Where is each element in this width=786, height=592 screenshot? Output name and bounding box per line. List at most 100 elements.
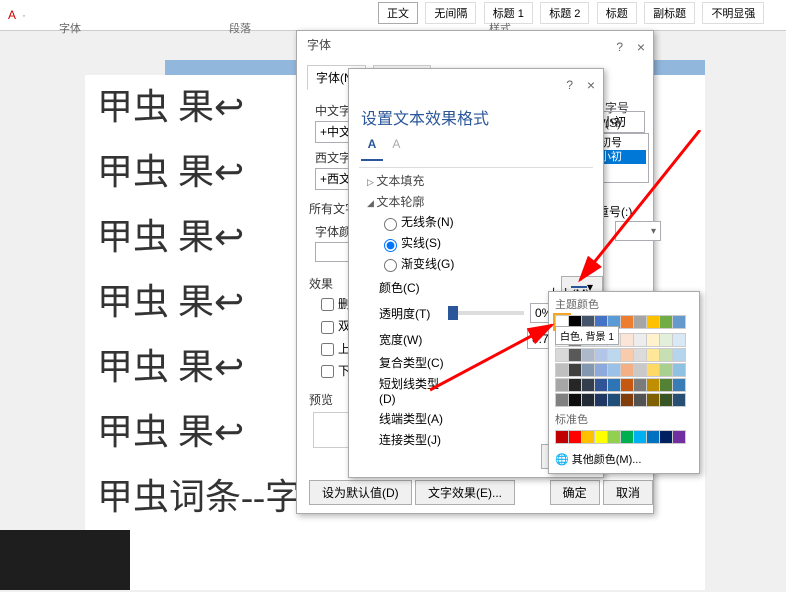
text-fill-outline-icon[interactable]: A <box>361 137 383 161</box>
help-icon[interactable]: ? <box>616 33 623 61</box>
color-swatch[interactable] <box>672 315 686 329</box>
color-swatch[interactable] <box>672 393 686 407</box>
width-label: 宽度(W) <box>379 331 451 348</box>
color-swatch[interactable] <box>646 348 660 362</box>
size-list[interactable]: 初号小初 <box>597 133 649 183</box>
color-swatch[interactable] <box>620 430 634 444</box>
color-swatch[interactable] <box>555 393 569 407</box>
color-swatch[interactable] <box>594 378 608 392</box>
color-swatch[interactable] <box>555 348 569 362</box>
more-colors[interactable]: 🌐 其他颜色(M)... <box>555 448 693 467</box>
color-swatch[interactable] <box>555 363 569 377</box>
color-swatch[interactable] <box>646 430 660 444</box>
transparency-label: 透明度(T) <box>379 305 448 322</box>
color-swatch[interactable] <box>659 363 673 377</box>
color-swatch[interactable] <box>659 378 673 392</box>
dash-label: 短划线类型(D) <box>379 375 451 406</box>
color-swatch[interactable] <box>594 348 608 362</box>
color-swatch[interactable] <box>620 393 634 407</box>
color-swatch[interactable] <box>607 348 621 362</box>
theme-colors-label: 主题颜色 <box>555 296 693 312</box>
color-swatch[interactable] <box>607 430 621 444</box>
text-outline-group[interactable]: 文本轮廓 <box>367 193 603 210</box>
color-tooltip: 白色, 背景 1 <box>555 326 619 345</box>
color-swatch[interactable] <box>581 378 595 392</box>
doc-text: 甲虫 <box>97 282 169 322</box>
text-effects-icon[interactable]: A <box>392 137 412 157</box>
color-swatch[interactable] <box>659 315 673 329</box>
ok-button[interactable]: 确定 <box>550 480 600 505</box>
color-swatch[interactable] <box>607 363 621 377</box>
join-label: 连接类型(J) <box>379 431 451 448</box>
color-swatch[interactable] <box>607 378 621 392</box>
text-effects-button[interactable]: 文字效果(E)... <box>415 480 515 505</box>
color-swatch[interactable] <box>568 348 582 362</box>
color-swatch[interactable] <box>659 430 673 444</box>
doc-text: 甲虫 <box>97 347 169 387</box>
transparency-slider[interactable] <box>448 311 524 315</box>
color-swatch[interactable] <box>633 393 647 407</box>
color-swatch[interactable] <box>555 430 569 444</box>
color-swatch[interactable] <box>633 333 647 347</box>
group-font: 字体 <box>0 20 140 36</box>
set-default-button[interactable]: 设为默认值(D) <box>309 480 412 505</box>
color-swatch[interactable] <box>646 333 660 347</box>
close-icon[interactable]: × <box>587 71 595 99</box>
color-swatch[interactable] <box>633 348 647 362</box>
color-swatch[interactable] <box>646 393 660 407</box>
fx-title: 设置文本效果格式 <box>349 97 603 137</box>
help-icon[interactable]: ? <box>566 71 573 99</box>
color-swatch[interactable] <box>620 363 634 377</box>
color-swatch[interactable] <box>620 348 634 362</box>
emphasis-combo[interactable] <box>615 221 661 241</box>
color-swatch[interactable] <box>633 315 647 329</box>
doc-text: 甲虫 <box>97 217 169 257</box>
color-swatch[interactable] <box>659 333 673 347</box>
color-swatch[interactable] <box>633 363 647 377</box>
color-picker: 主题颜色 白色, 背景 1 标准色 🌐 其他颜色(M)... <box>548 291 700 474</box>
color-swatch[interactable] <box>594 363 608 377</box>
radio-no-line[interactable]: 无线条(N) <box>379 213 603 231</box>
color-swatch[interactable] <box>672 430 686 444</box>
size-value[interactable]: 小初 <box>597 111 645 133</box>
color-swatch[interactable] <box>568 378 582 392</box>
color-swatch[interactable] <box>646 363 660 377</box>
color-swatch[interactable] <box>594 430 608 444</box>
color-swatch[interactable] <box>659 348 673 362</box>
color-swatch[interactable] <box>672 348 686 362</box>
doc-text: 甲虫 <box>97 87 169 127</box>
color-swatch[interactable] <box>646 378 660 392</box>
close-icon[interactable]: × <box>637 33 645 61</box>
color-swatch[interactable] <box>646 315 660 329</box>
color-swatch[interactable] <box>568 430 582 444</box>
doc-text: 甲虫 <box>97 412 169 452</box>
color-swatch[interactable] <box>620 315 634 329</box>
color-swatch[interactable] <box>672 378 686 392</box>
radio-gradient-line[interactable]: 渐变线(G) <box>379 255 603 273</box>
cap-label: 线端类型(A) <box>379 410 451 427</box>
text-fill-group[interactable]: 文本填充 <box>367 172 603 189</box>
outline-color-label: 颜色(C) <box>379 279 451 296</box>
color-swatch[interactable] <box>555 378 569 392</box>
color-swatch[interactable] <box>659 393 673 407</box>
cancel-button[interactable]: 取消 <box>603 480 653 505</box>
radio-solid-line[interactable]: 实线(S) <box>379 234 603 252</box>
color-swatch[interactable] <box>672 333 686 347</box>
color-swatch[interactable] <box>620 333 634 347</box>
color-swatch[interactable] <box>672 363 686 377</box>
color-swatch[interactable] <box>581 363 595 377</box>
standard-colors-label: 标准色 <box>555 411 693 427</box>
color-swatch[interactable] <box>581 348 595 362</box>
color-swatch[interactable] <box>568 363 582 377</box>
color-swatch[interactable] <box>581 393 595 407</box>
color-swatch[interactable] <box>620 378 634 392</box>
color-swatch[interactable] <box>568 393 582 407</box>
color-swatch[interactable] <box>633 430 647 444</box>
dialog-title: 字体 <box>307 38 331 52</box>
color-swatch[interactable] <box>607 393 621 407</box>
color-swatch[interactable] <box>633 378 647 392</box>
compound-label: 复合类型(C) <box>379 354 451 371</box>
editor-sidebar <box>0 530 130 590</box>
color-swatch[interactable] <box>594 393 608 407</box>
color-swatch[interactable] <box>581 430 595 444</box>
